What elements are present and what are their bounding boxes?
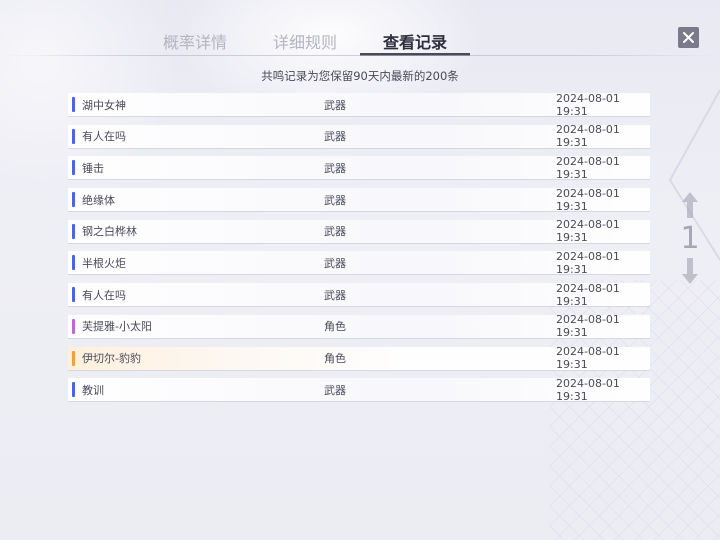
record-type: 武器 [324, 193, 346, 207]
record-notice: 共鸣记录为您保留90天内最新的200条 [261, 69, 459, 83]
tab-rules[interactable]: 详细规则 [250, 26, 360, 56]
tab-records[interactable]: 查看记录 [360, 26, 470, 56]
record-time: 2024-08-01 19:31 [556, 313, 620, 340]
record-time: 2024-08-01 19:31 [556, 376, 620, 403]
rarity-bar [72, 160, 75, 176]
record-row: 有人在吗 武器 2024-08-01 19:31 [68, 281, 650, 308]
record-time: 2024-08-01 19:31 [556, 281, 620, 308]
record-row: 半根火炬 武器 2024-08-01 19:31 [68, 249, 650, 276]
record-time: 2024-08-01 19:31 [556, 186, 620, 213]
record-name: 有人在吗 [82, 288, 126, 302]
record-time: 2024-08-01 19:31 [556, 123, 620, 150]
tab-divider [0, 55, 720, 56]
rarity-bar [72, 287, 75, 303]
page-number: 1 [680, 221, 700, 256]
tab-probability[interactable]: 概率详情 [140, 26, 250, 56]
record-row: 伊切尔-豹豹 角色 2024-08-01 19:31 [68, 345, 650, 371]
record-time: 2024-08-01 19:31 [556, 345, 620, 371]
record-time: 2024-08-01 19:31 [556, 154, 620, 181]
record-type: 武器 [324, 130, 346, 144]
record-name: 教训 [82, 383, 104, 397]
tab-bar: 概率详情 详细规则 查看记录 [140, 26, 470, 56]
record-type: 武器 [324, 98, 346, 112]
arrow-up-icon[interactable] [682, 192, 698, 218]
record-name: 绝缘体 [82, 193, 115, 207]
record-name: 芙提雅-小太阳 [82, 320, 152, 334]
record-row: 芙提雅-小太阳 角色 2024-08-01 19:31 [68, 313, 650, 340]
record-time: 2024-08-01 19:31 [556, 218, 620, 245]
record-name: 有人在吗 [82, 130, 126, 144]
rarity-bar [72, 128, 75, 144]
record-name: 伊切尔-豹豹 [82, 352, 141, 365]
record-name: 钢之白桦林 [82, 225, 137, 239]
rarity-bar [72, 192, 75, 208]
record-time: 2024-08-01 19:31 [556, 249, 620, 276]
pagination: 1 [676, 192, 704, 296]
record-name: 半根火炬 [82, 256, 126, 270]
record-row: 锤击 武器 2024-08-01 19:31 [68, 154, 650, 181]
record-type: 武器 [324, 288, 346, 302]
record-type: 武器 [324, 383, 346, 397]
record-row: 教训 武器 2024-08-01 19:31 [68, 376, 650, 403]
record-type: 武器 [324, 256, 346, 270]
record-type: 武器 [324, 161, 346, 175]
rarity-bar [72, 97, 75, 112]
record-type: 武器 [324, 225, 346, 239]
record-row: 绝缘体 武器 2024-08-01 19:31 [68, 186, 650, 213]
rarity-bar [72, 350, 75, 366]
rarity-bar [72, 318, 75, 334]
close-button[interactable] [678, 27, 699, 48]
rarity-bar [72, 255, 75, 271]
record-row: 湖中女神 武器 2024-08-01 19:31 [68, 91, 650, 118]
arrow-down-icon[interactable] [682, 258, 698, 284]
record-time: 2024-08-01 19:31 [556, 91, 620, 118]
record-name: 湖中女神 [82, 98, 126, 112]
record-name: 锤击 [82, 161, 104, 175]
record-type: 角色 [324, 320, 346, 334]
close-icon [683, 32, 694, 43]
rarity-bar [72, 382, 75, 398]
record-type: 角色 [324, 352, 346, 365]
record-row: 有人在吗 武器 2024-08-01 19:31 [68, 123, 650, 150]
record-row: 钢之白桦林 武器 2024-08-01 19:31 [68, 218, 650, 245]
rarity-bar [72, 223, 75, 239]
record-list: 湖中女神 武器 2024-08-01 19:31 有人在吗 武器 2024-08-01 1… [68, 91, 650, 410]
